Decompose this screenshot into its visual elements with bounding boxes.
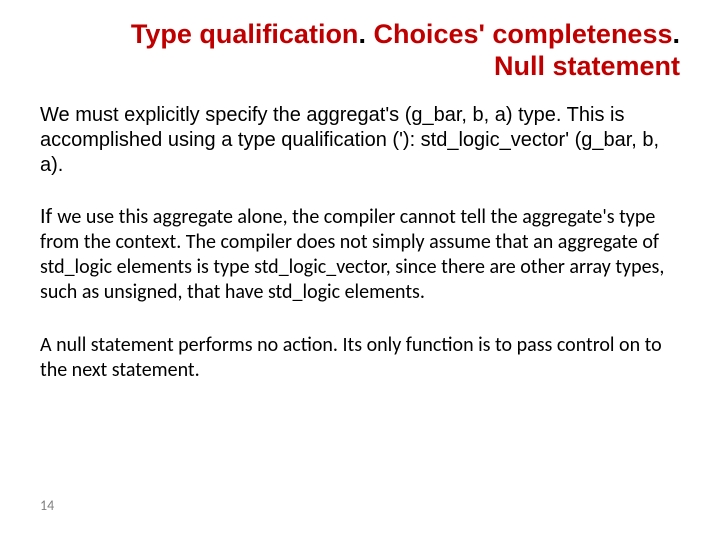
title-part-type-qualification: Type qualification — [131, 19, 359, 49]
slide: Type qualification. Choices' completenes… — [0, 0, 720, 540]
paragraph-3: A null statement performs no action. Its… — [40, 333, 680, 383]
title-part-null-statement: Null statement — [494, 51, 680, 81]
title-sep-2: . — [672, 19, 680, 49]
paragraph-2: If we use this aggregate alone, the comp… — [40, 202, 680, 305]
slide-title: Type qualification. Choices' completenes… — [70, 18, 680, 83]
page-number: 14 — [40, 497, 54, 514]
paragraph-2-lead: If — [40, 202, 57, 229]
title-part-choices-completeness: Choices' completeness — [373, 19, 672, 49]
paragraph-1: We must explicitly specify the aggregat'… — [40, 103, 680, 178]
title-sep-1: . — [358, 19, 373, 49]
paragraph-2-rest: we use this aggregate alone, the compile… — [40, 205, 664, 304]
